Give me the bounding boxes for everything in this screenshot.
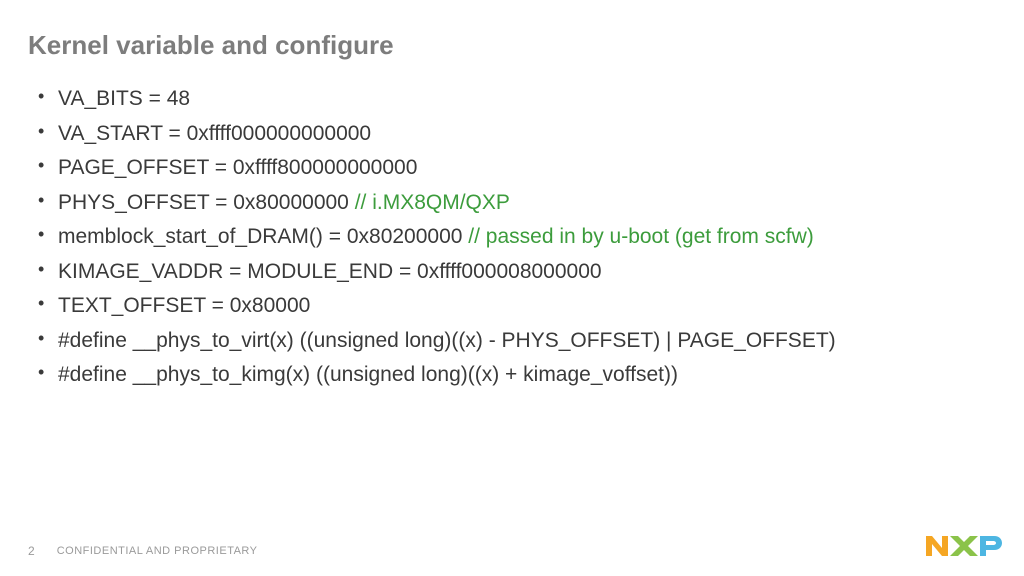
bullet-text: PHYS_OFFSET = 0x80000000 <box>58 191 355 214</box>
bullet-text: TEXT_OFFSET = 0x80000 <box>58 294 310 317</box>
list-item: PAGE_OFFSET = 0xffff800000000000 <box>36 152 996 185</box>
list-item: #define __phys_to_kimg(x) ((unsigned lon… <box>36 359 996 392</box>
bullet-text: #define __phys_to_virt(x) ((unsigned lon… <box>58 329 836 352</box>
bullet-comment: // passed in by u-boot (get from scfw) <box>468 225 813 248</box>
footer: 2 CONFIDENTIAL AND PROPRIETARY <box>28 544 258 558</box>
confidential-label: CONFIDENTIAL AND PROPRIETARY <box>57 545 258 557</box>
list-item: #define __phys_to_virt(x) ((unsigned lon… <box>36 325 996 358</box>
bullet-text: memblock_start_of_DRAM() = 0x80200000 <box>58 225 468 248</box>
page-title: Kernel variable and configure <box>28 30 996 61</box>
bullet-text: VA_START = 0xffff000000000000 <box>58 122 371 145</box>
bullet-comment: // i.MX8QM/QXP <box>355 191 510 214</box>
bullet-text: KIMAGE_VADDR = MODULE_END = 0xffff000008… <box>58 260 602 283</box>
bullet-text: VA_BITS = 48 <box>58 87 190 110</box>
nxp-logo-icon <box>924 528 1004 564</box>
page-number: 2 <box>28 544 35 558</box>
bullet-text: #define __phys_to_kimg(x) ((unsigned lon… <box>58 363 678 386</box>
list-item: TEXT_OFFSET = 0x80000 <box>36 290 996 323</box>
list-item: VA_BITS = 48 <box>36 83 996 116</box>
list-item: KIMAGE_VADDR = MODULE_END = 0xffff000008… <box>36 256 996 289</box>
bullet-list: VA_BITS = 48 VA_START = 0xffff0000000000… <box>28 83 996 392</box>
list-item: VA_START = 0xffff000000000000 <box>36 118 996 151</box>
slide: Kernel variable and configure VA_BITS = … <box>0 0 1024 576</box>
list-item: PHYS_OFFSET = 0x80000000 // i.MX8QM/QXP <box>36 187 996 220</box>
bullet-text: PAGE_OFFSET = 0xffff800000000000 <box>58 156 417 179</box>
list-item: memblock_start_of_DRAM() = 0x80200000 //… <box>36 221 996 254</box>
